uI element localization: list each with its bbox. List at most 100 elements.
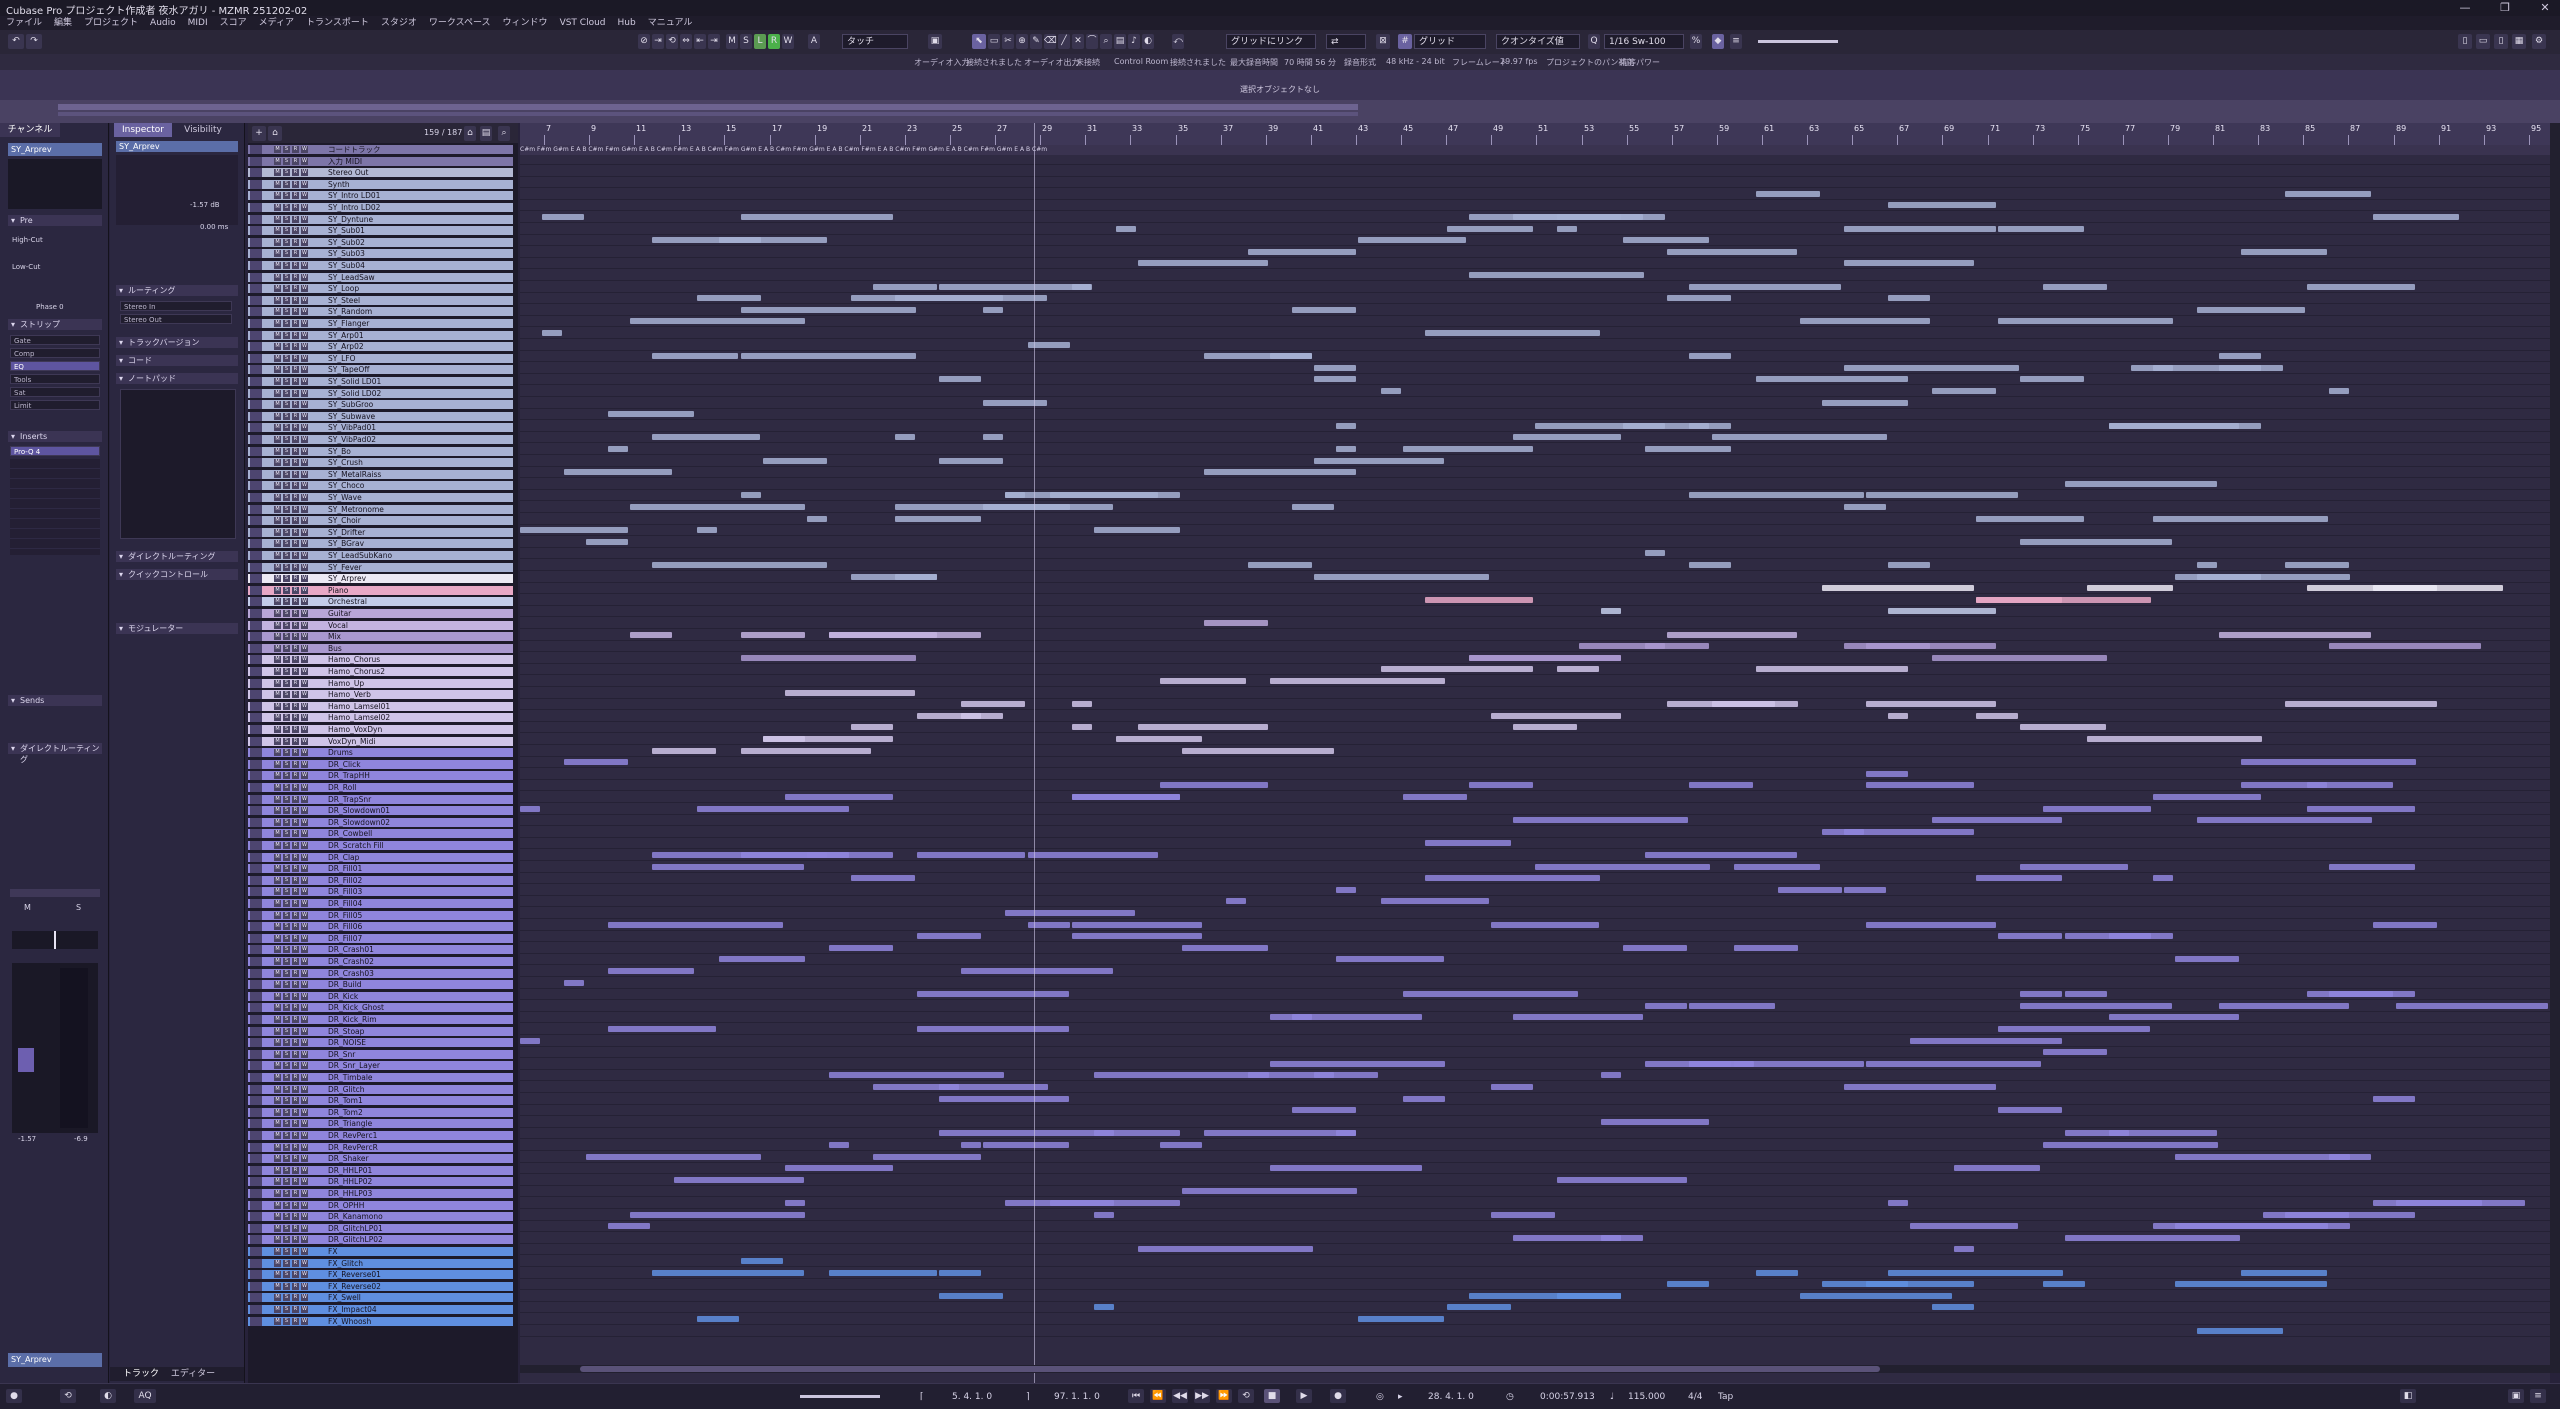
track-color-strip[interactable] bbox=[250, 725, 262, 734]
track-color-strip[interactable] bbox=[250, 1177, 262, 1186]
track-color-strip[interactable] bbox=[250, 957, 262, 966]
solo-button[interactable]: S bbox=[283, 807, 290, 814]
event[interactable] bbox=[2197, 817, 2372, 823]
track-row[interactable]: M S R W DR_Click bbox=[248, 760, 513, 769]
event[interactable] bbox=[939, 1270, 981, 1276]
event[interactable] bbox=[586, 539, 628, 545]
event[interactable] bbox=[564, 980, 584, 986]
track-color-strip[interactable] bbox=[250, 563, 262, 572]
event[interactable] bbox=[939, 458, 1003, 464]
track-lane[interactable] bbox=[520, 909, 2550, 919]
transport-menu-icon[interactable]: ≡ bbox=[2530, 1389, 2546, 1403]
track-lane[interactable] bbox=[520, 758, 2550, 768]
solo-button[interactable]: S bbox=[283, 1190, 290, 1197]
track-lane[interactable] bbox=[520, 399, 2550, 409]
solo-button[interactable]: S bbox=[283, 390, 290, 397]
read-button[interactable]: R bbox=[292, 204, 299, 211]
solo-button[interactable]: S bbox=[283, 250, 290, 257]
solo-button[interactable]: S bbox=[283, 1213, 290, 1220]
solo-button[interactable]: S bbox=[283, 633, 290, 640]
track-row[interactable]: M S R W SY_LFO bbox=[248, 354, 513, 363]
write-button[interactable]: W bbox=[301, 958, 308, 965]
mute-button[interactable]: M bbox=[274, 192, 281, 199]
track-lane[interactable] bbox=[520, 375, 2550, 385]
read-button[interactable]: R bbox=[292, 691, 299, 698]
track-row[interactable]: M S R W DR_NOISE bbox=[248, 1038, 513, 1047]
track-lane[interactable] bbox=[520, 921, 2550, 931]
event[interactable] bbox=[2197, 1328, 2283, 1334]
event[interactable] bbox=[785, 1165, 893, 1171]
write-button[interactable]: W bbox=[301, 1306, 308, 1313]
event[interactable] bbox=[1491, 922, 1599, 928]
read-button[interactable]: R bbox=[292, 239, 299, 246]
event[interactable] bbox=[2307, 806, 2415, 812]
track-color-strip[interactable] bbox=[250, 481, 262, 490]
event[interactable] bbox=[741, 307, 916, 313]
event[interactable] bbox=[652, 237, 827, 243]
track-lane[interactable] bbox=[520, 573, 2550, 583]
write-button[interactable]: W bbox=[301, 865, 308, 872]
right-locator[interactable]: 97. 1. 1. 0 bbox=[1054, 1390, 1100, 1404]
solo-button[interactable]: S bbox=[283, 146, 290, 153]
track-row[interactable]: M S R W DR_Fill07 bbox=[248, 934, 513, 943]
event[interactable] bbox=[1800, 318, 1930, 324]
track-color-strip[interactable] bbox=[250, 945, 262, 954]
solo-button[interactable]: S bbox=[283, 1225, 290, 1232]
read-button[interactable]: R bbox=[292, 656, 299, 663]
event[interactable] bbox=[851, 875, 915, 881]
event[interactable] bbox=[2109, 423, 2261, 429]
quantize-icon[interactable]: Q bbox=[1588, 34, 1600, 49]
write-button[interactable]: W bbox=[301, 378, 308, 385]
solo-button[interactable]: S bbox=[283, 923, 290, 930]
mute-button[interactable]: M bbox=[274, 390, 281, 397]
track-row[interactable]: M S R W FX_Swell bbox=[248, 1293, 513, 1302]
track-row[interactable]: M S R W DR_Tom2 bbox=[248, 1108, 513, 1117]
track-lane[interactable] bbox=[520, 248, 2550, 258]
mute-button[interactable]: M bbox=[274, 1086, 281, 1093]
track-color-strip[interactable] bbox=[250, 1108, 262, 1117]
write-button[interactable]: W bbox=[301, 888, 308, 895]
track-row[interactable]: M S R W DR_GlitchLP01 bbox=[248, 1224, 513, 1233]
event[interactable] bbox=[1998, 226, 2084, 232]
event[interactable] bbox=[2175, 1154, 2350, 1160]
event[interactable] bbox=[2285, 191, 2371, 197]
event[interactable] bbox=[939, 1130, 1114, 1136]
read-button[interactable]: R bbox=[292, 552, 299, 559]
read-button[interactable]: R bbox=[292, 830, 299, 837]
event[interactable] bbox=[1689, 1003, 1775, 1009]
mute-button[interactable]: M bbox=[274, 1248, 281, 1255]
solo-button[interactable]: S bbox=[283, 1144, 290, 1151]
event[interactable] bbox=[1601, 1072, 1621, 1078]
event[interactable] bbox=[2020, 724, 2106, 730]
event[interactable] bbox=[608, 446, 628, 452]
read-button[interactable]: R bbox=[292, 598, 299, 605]
track-lane[interactable] bbox=[520, 317, 2550, 327]
event[interactable] bbox=[829, 945, 893, 951]
event[interactable] bbox=[586, 1154, 761, 1160]
insert-slot-1[interactable]: Pro-Q 4 bbox=[10, 446, 100, 456]
track-color-strip[interactable] bbox=[250, 1189, 262, 1198]
write-button[interactable]: W bbox=[301, 1190, 308, 1197]
mute-button[interactable]: M bbox=[274, 912, 281, 919]
event[interactable] bbox=[520, 806, 540, 812]
track-color-strip[interactable] bbox=[250, 679, 262, 688]
solo-button[interactable]: S bbox=[283, 656, 290, 663]
track-color-strip[interactable] bbox=[250, 1259, 262, 1268]
track-lane[interactable] bbox=[520, 294, 2550, 304]
search-icon[interactable]: ⌕ bbox=[498, 126, 510, 141]
read-button[interactable]: R bbox=[292, 819, 299, 826]
read-button[interactable]: R bbox=[292, 726, 299, 733]
mute-button[interactable]: M bbox=[274, 1283, 281, 1290]
track-row[interactable]: M S R W DR_Fill02 bbox=[248, 876, 513, 885]
track-row[interactable]: M S R W DR_Timbale bbox=[248, 1073, 513, 1082]
read-button[interactable]: R bbox=[292, 865, 299, 872]
event[interactable] bbox=[2065, 1235, 2240, 1241]
event[interactable] bbox=[697, 527, 717, 533]
read-button[interactable]: R bbox=[292, 1260, 299, 1267]
write-button[interactable]: W bbox=[301, 227, 308, 234]
mute-button[interactable]: M bbox=[274, 436, 281, 443]
solo-button[interactable]: S bbox=[283, 598, 290, 605]
track-lane[interactable] bbox=[520, 445, 2550, 455]
track-color-strip[interactable] bbox=[250, 887, 262, 896]
mute-button[interactable]: M bbox=[274, 587, 281, 594]
